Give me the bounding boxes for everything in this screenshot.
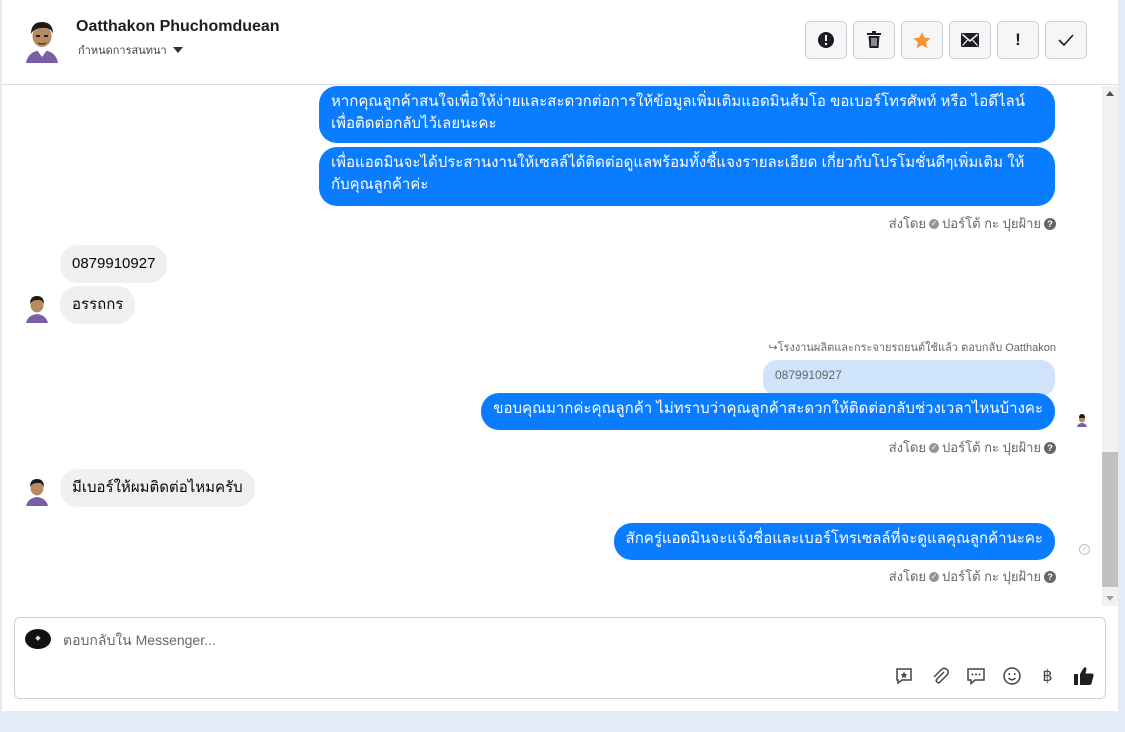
reply-arrow-icon: ↪ (768, 342, 778, 354)
contact-name: Oatthakon Phuchomduean (76, 18, 280, 35)
page-logo-avatar: ◆ (25, 629, 51, 649)
mark-done-button[interactable] (1045, 21, 1087, 59)
assign-label: กำหนดการสนทนา (78, 45, 167, 57)
star-button[interactable] (901, 21, 943, 59)
check-icon (1058, 34, 1074, 46)
message-scrollbar[interactable] (1102, 86, 1118, 606)
conversation-header: Oatthakon Phuchomduean กำหนดการสนทนา ! (2, 0, 1118, 85)
alert-circle-icon (818, 32, 834, 48)
envelope-icon (961, 33, 979, 47)
payment-button[interactable]: ฿ (1036, 664, 1059, 687)
seen-avatar (1077, 414, 1087, 427)
message-list[interactable]: หากคุณลูกค้าสนใจเพื่อให้ง่ายและสะดวกต่อก… (2, 86, 1102, 606)
composer-tools: ฿ (892, 664, 1095, 687)
outgoing-message[interactable]: หากคุณลูกค้าสนใจเพื่อให้ง่ายและสะดวกต่อก… (319, 86, 1055, 143)
conversation-panel: Oatthakon Phuchomduean กำหนดการสนทนา ! ห… (2, 0, 1118, 711)
saved-reply-button[interactable] (892, 664, 915, 687)
thumbs-up-icon (1073, 666, 1094, 685)
star-icon (913, 31, 931, 48)
quoted-message[interactable]: 0879910927 (763, 360, 1055, 396)
like-button[interactable] (1072, 664, 1095, 687)
reply-context-note: ↪โรงงานผลิตและกระจายรถยนต์ใช้แล้ว ตอบกลั… (768, 338, 1056, 356)
help-icon[interactable]: ? (1044, 217, 1056, 230)
reply-composer: ◆ ตอบกลับใน Messenger... ฿ (14, 617, 1106, 699)
attach-file-button[interactable] (928, 664, 951, 687)
caret-down-icon (172, 47, 183, 53)
delete-button[interactable] (853, 21, 895, 59)
sender-name[interactable]: ปอร์โต้ กะ ปุยฝ้าย (942, 566, 1041, 587)
sent-by-label: ส่งโดย (888, 569, 927, 584)
incoming-message[interactable]: 0879910927 (60, 245, 168, 283)
verified-icon: ✓ (929, 571, 940, 582)
scrollbar-thumb[interactable] (1102, 452, 1118, 587)
contact-avatar-small[interactable] (24, 293, 50, 323)
sent-by-line: ส่งโดย ✓ ปอร์โต้ กะ ปุยฝ้าย ? (889, 213, 1056, 234)
saved-reply-icon (895, 667, 912, 684)
follow-up-button[interactable]: ! (997, 21, 1039, 59)
trash-icon (867, 31, 881, 48)
outgoing-message[interactable]: สักครู่แอดมินจะแจ้งชื่อและเบอร์โทรเซลล์ท… (613, 523, 1055, 560)
contact-avatar-small[interactable] (24, 476, 50, 506)
paperclip-icon (932, 667, 949, 683)
scroll-up-arrow-icon[interactable] (1106, 91, 1114, 96)
sent-by-label: ส่งโดย (888, 216, 927, 231)
mark-spam-button[interactable] (805, 21, 847, 59)
header-toolbar: ! (805, 21, 1087, 59)
sender-name[interactable]: ปอร์โต้ กะ ปุยฝ้าย (942, 437, 1041, 458)
incoming-message[interactable]: อรรถกร (60, 286, 136, 324)
verified-icon: ✓ (929, 218, 940, 229)
outgoing-message[interactable]: เพื่อแอดมินจะได้ประสานงานให้เซลล์ได้ติดต… (319, 147, 1055, 206)
outgoing-message[interactable]: ขอบคุณมากค่ะคุณลูกค้า ไม่ทราบว่าคุณลูกค้… (481, 393, 1055, 430)
quick-reply-button[interactable] (964, 664, 987, 687)
reply-input[interactable] (63, 631, 663, 649)
help-icon[interactable]: ? (1044, 570, 1056, 583)
scroll-down-arrow-icon[interactable] (1106, 596, 1114, 601)
reply-context-text: โรงงานผลิตและกระจายรถยนต์ใช้แล้ว ตอบกลับ… (777, 342, 1056, 354)
sent-by-line: ส่งโดย ✓ ปอร์โต้ กะ ปุยฝ้าย ? (889, 437, 1056, 458)
sent-status-icon: ✓ (1079, 544, 1090, 555)
sent-by-line: ส่งโดย ✓ ปอร์โต้ กะ ปุยฝ้าย ? (889, 566, 1056, 587)
sent-by-label: ส่งโดย (888, 440, 927, 455)
smiley-icon (1002, 666, 1021, 685)
assign-conversation-dropdown[interactable]: กำหนดการสนทนา (78, 41, 183, 59)
chat-bubble-icon (966, 667, 985, 685)
incoming-message[interactable]: มีเบอร์ให้ผมติดต่อไหมครับ (60, 469, 255, 507)
mark-unread-button[interactable] (949, 21, 991, 59)
verified-icon: ✓ (929, 442, 940, 453)
help-icon[interactable]: ? (1044, 441, 1056, 454)
contact-avatar[interactable] (22, 17, 62, 63)
emoji-button[interactable] (1000, 664, 1023, 687)
sender-name[interactable]: ปอร์โต้ กะ ปุยฝ้าย (942, 213, 1041, 234)
